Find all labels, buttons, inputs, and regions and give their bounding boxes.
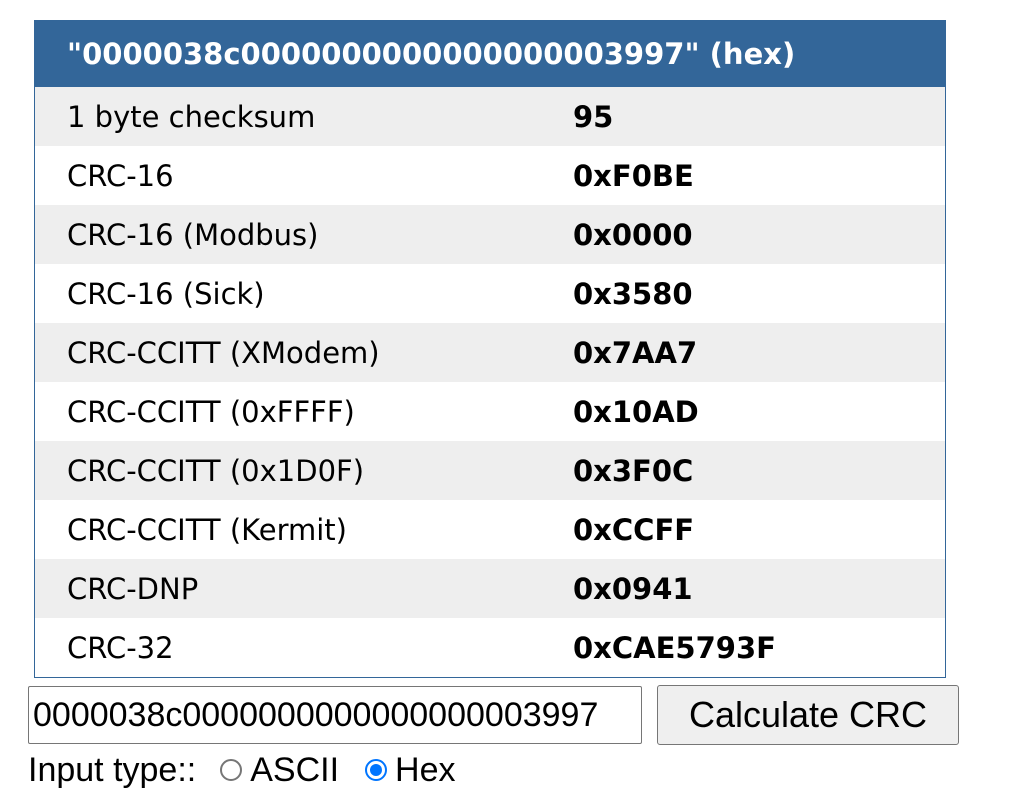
crc-algorithm-name: CRC-CCITT (XModem)	[67, 335, 380, 370]
table-row: CRC-CCITT (0x1D0F) 0x3F0C	[35, 441, 945, 500]
radio-unchecked-icon[interactable]	[220, 759, 243, 781]
radio-label-hex: Hex	[395, 750, 456, 789]
crc-algorithm-name: 1 byte checksum	[67, 99, 316, 134]
radio-label-ascii: ASCII	[250, 750, 340, 789]
crc-result-value: 0x3F0C	[573, 453, 694, 488]
hex-input-field[interactable]	[28, 686, 642, 744]
crc-result-value: 95	[573, 99, 614, 134]
table-row: CRC-DNP 0x0941	[35, 559, 945, 618]
crc-result-value: 0x10AD	[573, 394, 699, 429]
table-row: 1 byte checksum 95	[35, 87, 945, 146]
crc-algorithm-name: CRC-CCITT (0x1D0F)	[67, 453, 365, 488]
crc-algorithm-name: CRC-16	[67, 158, 174, 193]
table-body: 1 byte checksum 95 CRC-16 0xF0BE CRC-16 …	[35, 87, 945, 677]
radio-checked-icon[interactable]	[365, 759, 388, 781]
crc-algorithm-name: CRC-DNP	[67, 571, 199, 606]
crc-algorithm-name: CRC-CCITT (Kermit)	[67, 512, 347, 547]
table-row: CRC-16 (Sick) 0x3580	[35, 264, 945, 323]
crc-result-value: 0x0000	[573, 217, 693, 252]
table-row: CRC-16 (Modbus) 0x0000	[35, 205, 945, 264]
crc-result-value: 0xCCFF	[573, 512, 695, 547]
radio-option-hex[interactable]: Hex	[365, 751, 481, 790]
input-type-selector: Input type:: ASCII Hex	[28, 748, 482, 792]
table-row: CRC-CCITT (Kermit) 0xCCFF	[35, 500, 945, 559]
crc-result-value: 0x0941	[573, 571, 693, 606]
crc-algorithm-name: CRC-CCITT (0xFFFF)	[67, 394, 355, 429]
input-type-label: Input type::	[28, 750, 197, 789]
table-header: "0000038c0000000000000000003997" (hex)	[35, 21, 945, 87]
crc-algorithm-name: CRC-32	[67, 630, 174, 665]
crc-results-table: "0000038c0000000000000000003997" (hex) 1…	[34, 20, 946, 678]
crc-algorithm-name: CRC-16 (Modbus)	[67, 217, 319, 252]
crc-result-value: 0xF0BE	[573, 158, 694, 193]
table-row: CRC-32 0xCAE5793F	[35, 618, 945, 677]
crc-result-value: 0xCAE5793F	[573, 630, 776, 665]
table-row: CRC-CCITT (XModem) 0x7AA7	[35, 323, 945, 382]
table-row: CRC-CCITT (0xFFFF) 0x10AD	[35, 382, 945, 441]
crc-result-value: 0x3580	[573, 276, 693, 311]
crc-input-form: Calculate CRC	[28, 685, 959, 745]
crc-result-value: 0x7AA7	[573, 335, 698, 370]
calculate-crc-button[interactable]: Calculate CRC	[657, 685, 959, 745]
radio-option-ascii[interactable]: ASCII	[220, 751, 365, 790]
table-row: CRC-16 0xF0BE	[35, 146, 945, 205]
crc-algorithm-name: CRC-16 (Sick)	[67, 276, 265, 311]
